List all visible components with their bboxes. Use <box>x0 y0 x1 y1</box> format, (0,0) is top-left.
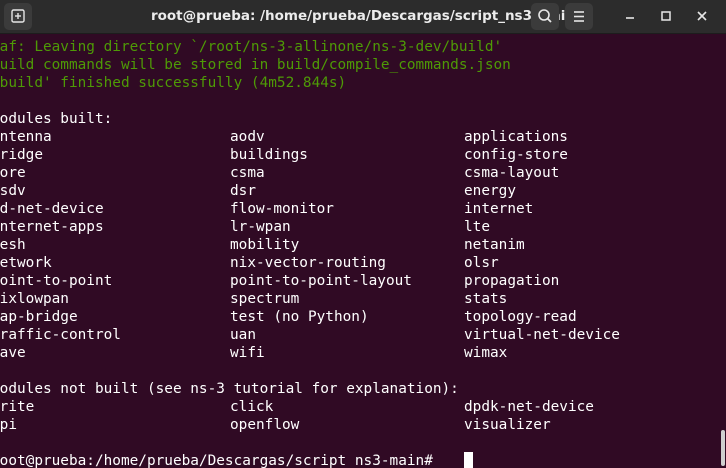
build-output-line: 'build' finished successfully (4m52.844s… <box>0 75 347 91</box>
module-name: tap-bridge <box>0 309 78 325</box>
module-name: internet-apps <box>0 219 104 235</box>
module-name: mpi <box>0 417 17 433</box>
module-name: wimax <box>464 345 508 361</box>
terminal-scrollbar[interactable] <box>718 34 726 468</box>
module-name: core <box>0 165 26 181</box>
search-icon <box>538 9 552 23</box>
minimize-icon <box>626 17 634 19</box>
module-name: point-to-point <box>0 273 113 289</box>
module-name: energy <box>464 183 516 199</box>
module-name: dsr <box>230 183 256 199</box>
module-name: buildings <box>230 147 308 163</box>
scrollbar-thumb[interactable] <box>721 430 725 466</box>
build-output-line: Waf: Leaving directory `/root/ns-3-allin… <box>0 39 503 55</box>
modules-built-header: Modules built: <box>0 111 113 127</box>
search-button[interactable] <box>531 3 559 30</box>
module-name: propagation <box>464 273 560 289</box>
maximize-icon <box>661 11 671 21</box>
module-name: csma-layout <box>464 165 560 181</box>
hamburger-menu-icon <box>574 11 584 22</box>
text-cursor <box>464 452 473 468</box>
module-name: traffic-control <box>0 327 121 343</box>
module-name: mesh <box>0 237 26 253</box>
module-name: aodv <box>230 129 265 145</box>
terminal-output[interactable]: Waf: Leaving directory `/root/ns-3-allin… <box>0 34 718 468</box>
module-name: brite <box>0 399 35 415</box>
module-name: antenna <box>0 129 52 145</box>
module-name: openflow <box>230 417 300 433</box>
title-bar: root@prueba: /home/prueba/Descargas/scri… <box>0 0 726 34</box>
module-name: virtual-net-device <box>464 327 620 343</box>
module-name: sixlowpan <box>0 291 69 307</box>
module-name: mobility <box>230 237 300 253</box>
new-tab-icon <box>11 9 25 23</box>
module-name: visualizer <box>464 417 551 433</box>
module-name: spectrum <box>230 291 300 307</box>
module-name: nix-vector-routing <box>230 255 386 271</box>
module-name: lr-wpan <box>230 219 291 235</box>
module-name: wifi <box>230 345 265 361</box>
maximize-button[interactable] <box>652 3 680 30</box>
module-name: fd-net-device <box>0 201 104 217</box>
module-name: flow-monitor <box>230 201 334 217</box>
minimize-button[interactable] <box>616 3 644 30</box>
build-output-line: Build commands will be stored in build/c… <box>0 57 511 73</box>
shell-prompt: root@prueba:/home/prueba/Descargas/scrip… <box>0 453 433 468</box>
module-name: internet <box>464 201 534 217</box>
module-name: csma <box>230 165 265 181</box>
module-name: topology-read <box>464 309 577 325</box>
new-tab-button[interactable] <box>4 3 32 30</box>
module-name: lte <box>464 219 490 235</box>
module-name: netanim <box>464 237 525 253</box>
module-name: wave <box>0 345 26 361</box>
module-name: point-to-point-layout <box>230 273 412 289</box>
menu-button[interactable] <box>565 3 593 30</box>
module-name: config-store <box>464 147 568 163</box>
module-name: uan <box>230 327 256 343</box>
module-name: test (no Python) <box>230 309 369 325</box>
module-name: click <box>230 399 274 415</box>
module-name: stats <box>464 291 508 307</box>
module-name: applications <box>464 129 568 145</box>
close-icon <box>697 11 707 21</box>
modules-not-built-header: Modules not built (see ns-3 tutorial for… <box>0 381 459 397</box>
module-name: olsr <box>464 255 499 271</box>
module-name: bridge <box>0 147 43 163</box>
module-name: dpdk-net-device <box>464 399 594 415</box>
module-name: network <box>0 255 52 271</box>
module-name: dsdv <box>0 183 26 199</box>
close-button[interactable] <box>688 3 716 30</box>
